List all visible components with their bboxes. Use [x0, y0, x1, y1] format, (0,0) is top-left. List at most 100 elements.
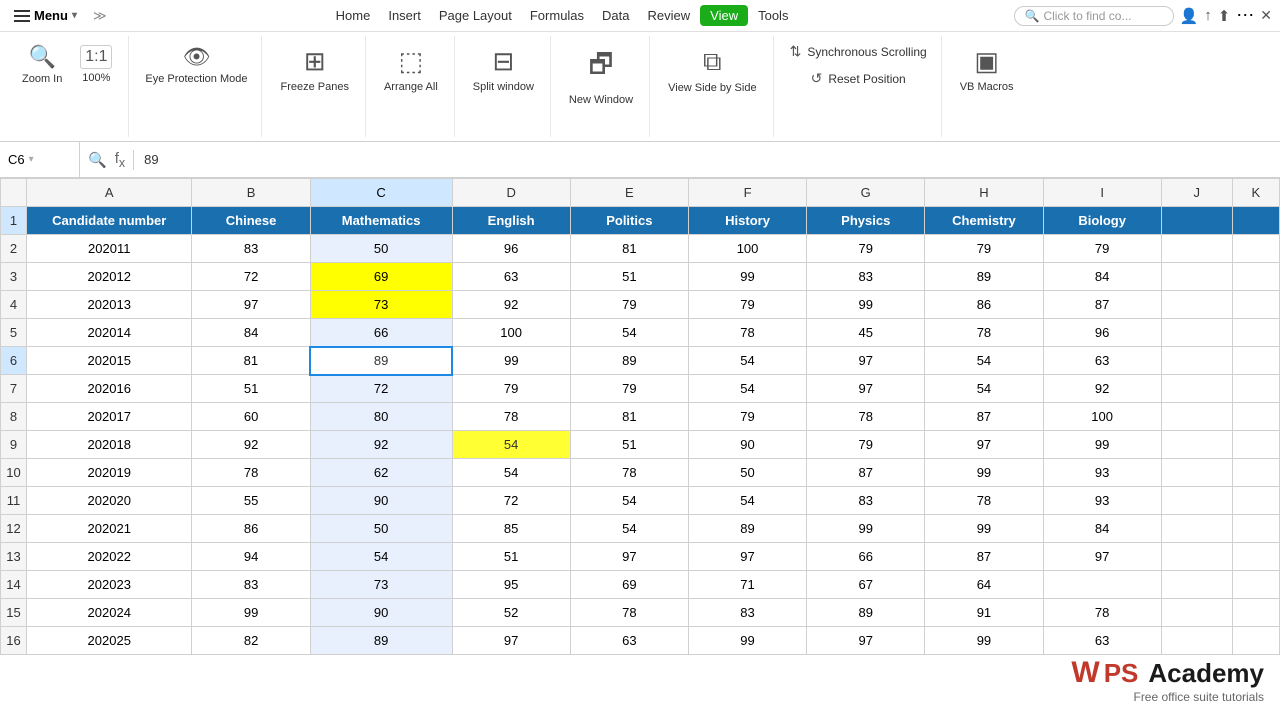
cell-11-6[interactable]: 83 — [807, 487, 925, 515]
cell-15-3[interactable]: 52 — [452, 599, 570, 627]
cell-2-5[interactable]: 100 — [688, 235, 806, 263]
cell-6-8[interactable]: 63 — [1043, 347, 1161, 375]
share-icon[interactable]: ↑ — [1204, 7, 1212, 24]
header-cell-5[interactable]: History — [688, 207, 806, 235]
col-header-C[interactable]: C — [310, 179, 452, 207]
cell-8-6[interactable]: 78 — [807, 403, 925, 431]
cell-10-6[interactable]: 87 — [807, 459, 925, 487]
col-header-K[interactable]: K — [1232, 179, 1279, 207]
cell-4-2[interactable]: 73 — [310, 291, 452, 319]
cell-13-0[interactable]: 202022 — [27, 543, 192, 571]
cell-16-8[interactable]: 63 — [1043, 627, 1161, 655]
formula-search-icon[interactable]: 🔍 — [88, 151, 107, 169]
cell-6-6[interactable]: 97 — [807, 347, 925, 375]
cell-13-5[interactable]: 97 — [688, 543, 806, 571]
header-cell-6[interactable]: Physics — [807, 207, 925, 235]
cell-9-7[interactable]: 97 — [925, 431, 1043, 459]
cell-14-5[interactable]: 71 — [688, 571, 806, 599]
cell-5-3[interactable]: 100 — [452, 319, 570, 347]
cell-15-6[interactable]: 89 — [807, 599, 925, 627]
view-side-button[interactable]: ⧉ View Side by Side — [660, 40, 764, 100]
cell-10-3[interactable]: 54 — [452, 459, 570, 487]
header-cell-0[interactable]: Candidate number — [27, 207, 192, 235]
nav-tools[interactable]: Tools — [750, 4, 796, 27]
cell-7-1[interactable]: 51 — [192, 375, 310, 403]
col-header-[interactable] — [1, 179, 27, 207]
col-header-H[interactable]: H — [925, 179, 1043, 207]
cell-13-3[interactable]: 51 — [452, 543, 570, 571]
synchronous-scrolling-button[interactable]: ⇅ Synchronous Scrolling — [784, 40, 933, 63]
cell-16-0[interactable]: 202025 — [27, 627, 192, 655]
cell-2-0[interactable]: 202011 — [27, 235, 192, 263]
cell-12-2[interactable]: 50 — [310, 515, 452, 543]
cell-9-5[interactable]: 90 — [688, 431, 806, 459]
cell-2-8[interactable]: 79 — [1043, 235, 1161, 263]
cell-5-7[interactable]: 78 — [925, 319, 1043, 347]
cell-10-5[interactable]: 50 — [688, 459, 806, 487]
cell-12-8[interactable]: 84 — [1043, 515, 1161, 543]
cell-16-1[interactable]: 82 — [192, 627, 310, 655]
close-icon[interactable]: ✕ — [1260, 7, 1272, 24]
cell-15-7[interactable]: 91 — [925, 599, 1043, 627]
cell-8-2[interactable]: 80 — [310, 403, 452, 431]
cell-12-0[interactable]: 202021 — [27, 515, 192, 543]
header-cell-1[interactable]: Chinese — [192, 207, 310, 235]
col-header-B[interactable]: B — [192, 179, 310, 207]
nav-page-layout[interactable]: Page Layout — [431, 4, 520, 27]
zoom-in-button[interactable]: 🔍 Zoom In — [16, 40, 68, 89]
cell-14-3[interactable]: 95 — [452, 571, 570, 599]
more-options-icon[interactable]: ⋯ — [1236, 5, 1254, 26]
cell-16-6[interactable]: 97 — [807, 627, 925, 655]
cell-9-3[interactable]: 54 — [452, 431, 570, 459]
cell-15-4[interactable]: 78 — [570, 599, 688, 627]
cell-5-6[interactable]: 45 — [807, 319, 925, 347]
col-header-E[interactable]: E — [570, 179, 688, 207]
cell-6-7[interactable]: 54 — [925, 347, 1043, 375]
formula-input[interactable]: 89 — [134, 152, 1280, 167]
cell-5-1[interactable]: 84 — [192, 319, 310, 347]
cell-13-4[interactable]: 97 — [570, 543, 688, 571]
cell-15-8[interactable]: 78 — [1043, 599, 1161, 627]
cell-11-8[interactable]: 93 — [1043, 487, 1161, 515]
cell-4-0[interactable]: 202013 — [27, 291, 192, 319]
cell-14-7[interactable]: 64 — [925, 571, 1043, 599]
cell-3-5[interactable]: 99 — [688, 263, 806, 291]
cell-4-5[interactable]: 79 — [688, 291, 806, 319]
user-icon[interactable]: 👤 — [1180, 7, 1199, 25]
cell-12-7[interactable]: 99 — [925, 515, 1043, 543]
nav-data[interactable]: Data — [594, 4, 637, 27]
cell-9-4[interactable]: 51 — [570, 431, 688, 459]
cell-3-2[interactable]: 69 — [310, 263, 452, 291]
split-window-button[interactable]: ⊟ Split window — [465, 40, 542, 99]
header-cell-3[interactable]: English — [452, 207, 570, 235]
cell-14-0[interactable]: 202023 — [27, 571, 192, 599]
cell-8-3[interactable]: 78 — [452, 403, 570, 431]
zoom-100-button[interactable]: 1:1 100% — [72, 41, 120, 88]
cell-3-4[interactable]: 51 — [570, 263, 688, 291]
cell-10-4[interactable]: 78 — [570, 459, 688, 487]
new-window-button[interactable]: 🗗 New Window — [561, 40, 641, 112]
cell-7-8[interactable]: 92 — [1043, 375, 1161, 403]
cell-3-8[interactable]: 84 — [1043, 263, 1161, 291]
cell-2-7[interactable]: 79 — [925, 235, 1043, 263]
col-header-I[interactable]: I — [1043, 179, 1161, 207]
cell-5-2[interactable]: 66 — [310, 319, 452, 347]
header-cell-4[interactable]: Politics — [570, 207, 688, 235]
cell-13-1[interactable]: 94 — [192, 543, 310, 571]
cell-7-3[interactable]: 79 — [452, 375, 570, 403]
nav-review[interactable]: Review — [640, 4, 699, 27]
cell-11-1[interactable]: 55 — [192, 487, 310, 515]
nav-view[interactable]: View — [700, 5, 748, 26]
cell-6-3[interactable]: 99 — [452, 347, 570, 375]
cell-16-3[interactable]: 97 — [452, 627, 570, 655]
cell-5-8[interactable]: 96 — [1043, 319, 1161, 347]
cell-2-4[interactable]: 81 — [570, 235, 688, 263]
cell-6-1[interactable]: 81 — [192, 347, 310, 375]
formula-fx-icon[interactable]: fx — [115, 150, 125, 170]
cell-5-0[interactable]: 202014 — [27, 319, 192, 347]
cell-2-6[interactable]: 79 — [807, 235, 925, 263]
cell-7-6[interactable]: 97 — [807, 375, 925, 403]
cell-4-4[interactable]: 79 — [570, 291, 688, 319]
cell-12-5[interactable]: 89 — [688, 515, 806, 543]
cell-14-4[interactable]: 69 — [570, 571, 688, 599]
